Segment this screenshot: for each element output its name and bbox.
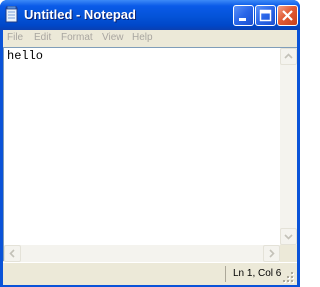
scrollbar-corner — [280, 245, 297, 262]
status-divider — [225, 266, 226, 282]
close-icon — [282, 10, 293, 21]
notepad-window: Untitled - Notepad File Edit Format View — [0, 0, 300, 287]
close-button[interactable] — [277, 5, 298, 26]
menu-edit[interactable]: Edit — [34, 32, 51, 43]
arrow-up-icon — [284, 53, 293, 59]
menu-format[interactable]: Format — [61, 32, 93, 43]
menu-bar: File Edit Format View Help — [3, 30, 297, 47]
menu-view[interactable]: View — [102, 32, 124, 43]
menu-help[interactable]: Help — [132, 32, 153, 43]
arrow-down-icon — [284, 234, 293, 240]
scroll-right-button[interactable] — [263, 245, 280, 262]
text-editor[interactable]: hello — [3, 47, 297, 262]
status-bar: Ln 1, Col 6 — [3, 262, 297, 285]
menu-file[interactable]: File — [7, 32, 23, 43]
scroll-left-button[interactable] — [4, 245, 21, 262]
minimize-icon — [239, 18, 246, 21]
title-bar[interactable]: Untitled - Notepad — [0, 0, 300, 30]
scroll-up-button[interactable] — [280, 48, 297, 65]
scroll-down-button[interactable] — [280, 228, 297, 245]
minimize-button[interactable] — [233, 5, 254, 26]
resize-grip-icon[interactable] — [282, 271, 295, 284]
maximize-button[interactable] — [255, 5, 276, 26]
maximize-icon — [259, 9, 272, 22]
window-title: Untitled - Notepad — [24, 7, 136, 22]
horizontal-scrollbar[interactable] — [4, 245, 280, 262]
window-client-area: File Edit Format View Help hello Ln 1, C… — [3, 30, 297, 285]
arrow-left-icon — [9, 249, 15, 258]
notepad-icon[interactable] — [5, 5, 19, 23]
editor-content[interactable]: hello — [7, 49, 43, 63]
vertical-scrollbar[interactable] — [280, 48, 297, 245]
arrow-right-icon — [269, 249, 275, 258]
cursor-position: Ln 1, Col 6 — [233, 268, 282, 279]
